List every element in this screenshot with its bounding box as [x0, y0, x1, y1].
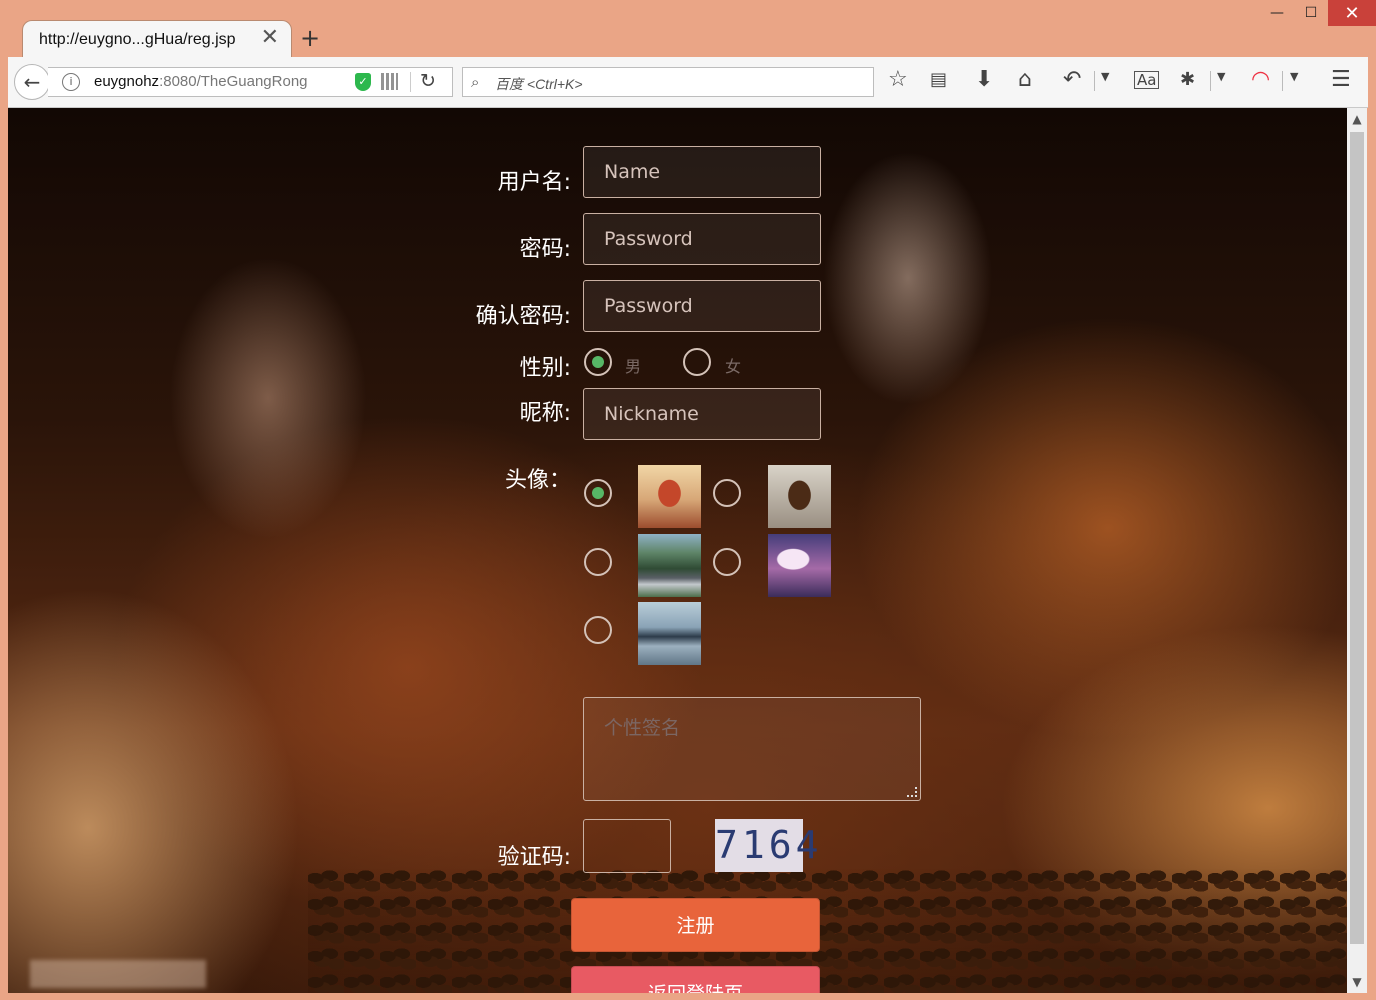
chevron-down-icon[interactable]: ▼ [1217, 70, 1225, 83]
vertical-scrollbar[interactable]: ▲ ▼ [1347, 108, 1367, 993]
confirm-password-label: 确认密码: [475, 304, 571, 329]
divider [1094, 71, 1095, 91]
nav-toolbar: ← i euygnohz:8080/TheGuangRong ✓ ↻ ⌕ 百度 … [8, 57, 1368, 108]
gender-label: 性别: [519, 356, 571, 381]
reader-icon[interactable]: ▤ [930, 68, 947, 92]
captcha-image[interactable]: 7164 [715, 819, 819, 872]
gender-female-label: 女 [725, 357, 742, 376]
avatar-radio-2[interactable] [713, 479, 741, 507]
url-text: euygnohz:8080/TheGuangRong [94, 73, 324, 90]
gender-male-label: 男 [625, 357, 642, 376]
back-to-login-button[interactable]: 返回登陆页 [571, 966, 820, 993]
avatar-radio-1[interactable] [584, 479, 612, 507]
confirm-password-input[interactable]: Password [583, 280, 821, 332]
search-placeholder: 百度 <Ctrl+K> [495, 76, 583, 92]
nickname-label: 昵称: [519, 401, 571, 426]
username-placeholder: Name [604, 161, 661, 183]
bug-icon[interactable]: ✱ [1180, 68, 1195, 92]
qr-code-icon[interactable] [381, 73, 398, 90]
chevron-down-icon[interactable]: ▼ [1101, 70, 1109, 83]
avatar-radio-4[interactable] [713, 548, 741, 576]
star-icon[interactable]: ☆ [888, 68, 908, 92]
tab-title: http://euygno...gHua/reg.jsp [39, 31, 236, 48]
search-icon: ⌕ [471, 73, 480, 91]
shield-icon[interactable]: ✓ [355, 73, 371, 91]
undo-icon[interactable]: ↶ [1063, 68, 1081, 92]
captcha-label: 验证码: [497, 845, 571, 870]
scrollbar-thumb[interactable] [1350, 132, 1364, 944]
password-label: 密码: [519, 237, 571, 262]
avatar-image-pinecone-red[interactable] [638, 465, 701, 528]
minimize-icon[interactable]: — [1260, 0, 1294, 26]
download-icon[interactable]: ⬇ [975, 68, 993, 92]
nickname-placeholder: Nickname [604, 403, 699, 425]
tab-close-icon[interactable]: ✕ [261, 27, 279, 49]
back-button[interactable]: ← [14, 64, 50, 100]
confirm-password-placeholder: Password [604, 295, 693, 317]
window-controls: — ☐ ✕ [1260, 0, 1376, 30]
menu-icon[interactable]: ☰ [1331, 68, 1351, 92]
password-input[interactable]: Password [583, 213, 821, 265]
background-smudge [30, 960, 206, 988]
translate-icon[interactable]: Aa [1134, 71, 1160, 89]
avatar-image-pinecone-brown[interactable] [768, 465, 831, 528]
password-placeholder: Password [604, 228, 693, 250]
captcha-input[interactable] [583, 819, 671, 873]
scroll-up-icon[interactable]: ▲ [1347, 108, 1367, 130]
browser-tab[interactable]: http://euygno...gHua/reg.jsp ✕ [22, 20, 292, 58]
avatar-image-anime-girl[interactable] [768, 534, 831, 597]
divider [1282, 71, 1283, 91]
divider [1210, 71, 1211, 91]
chevron-down-icon[interactable]: ▼ [1290, 70, 1298, 83]
resize-handle-icon[interactable] [907, 787, 917, 797]
signature-placeholder: 个性签名 [604, 717, 681, 739]
search-bar[interactable]: ⌕ 百度 <Ctrl+K> [462, 67, 874, 97]
info-icon[interactable]: i [62, 73, 80, 91]
avatar-image-lake[interactable] [638, 602, 701, 665]
avatar-radio-3[interactable] [584, 548, 612, 576]
url-bar[interactable]: i euygnohz:8080/TheGuangRong ✓ ↻ [48, 67, 453, 97]
reload-icon[interactable]: ↻ [420, 70, 436, 92]
url-host: euygnohz [94, 73, 160, 90]
nickname-input[interactable]: Nickname [583, 388, 821, 440]
scroll-down-icon[interactable]: ▼ [1347, 971, 1367, 993]
avatar-image-road[interactable] [638, 534, 701, 597]
url-path: :8080/TheGuangRong [159, 73, 308, 90]
divider [410, 72, 411, 92]
new-tab-button[interactable]: + [300, 26, 320, 50]
gender-female-radio[interactable] [683, 348, 711, 376]
username-label: 用户名: [497, 170, 571, 195]
avatar-label: 头像： [504, 468, 571, 493]
rainbow-icon[interactable]: ◠ [1251, 68, 1270, 92]
avatar-radio-5[interactable] [584, 616, 612, 644]
username-input[interactable]: Name [583, 146, 821, 198]
coffee-beans-background [308, 868, 1347, 993]
gender-male-radio[interactable] [584, 348, 612, 376]
maximize-icon[interactable]: ☐ [1294, 0, 1328, 26]
register-button[interactable]: 注册 [571, 898, 820, 952]
signature-textarea[interactable]: 个性签名 [583, 697, 921, 801]
close-window-icon[interactable]: ✕ [1328, 0, 1376, 26]
home-icon[interactable]: ⌂ [1018, 68, 1032, 92]
browser-window: — ☐ ✕ http://euygno...gHua/reg.jsp ✕ + ←… [0, 0, 1376, 1000]
page-content: 用户名: Name 密码: Password 确认密码: Password 性别… [8, 108, 1347, 993]
